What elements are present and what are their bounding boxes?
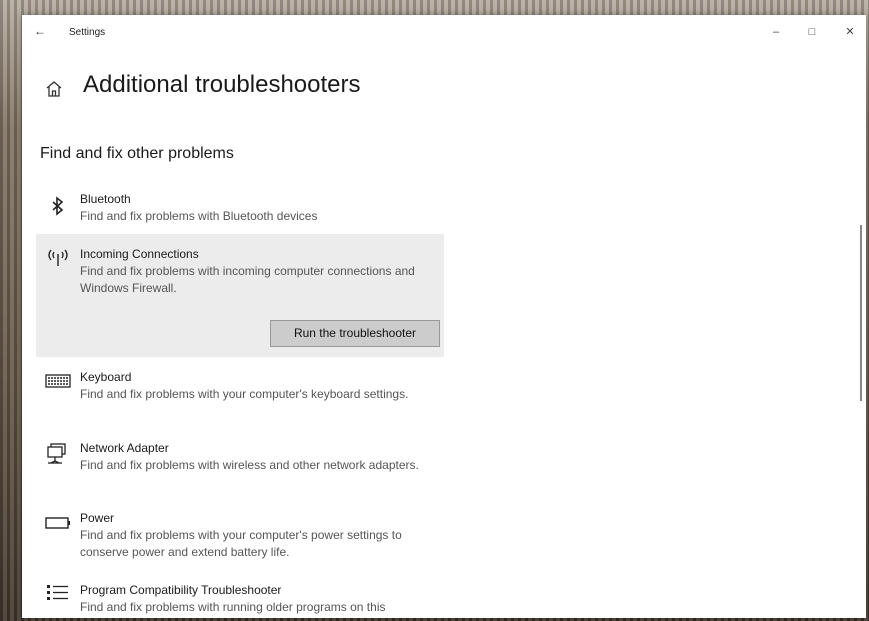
home-icon[interactable] <box>44 79 64 99</box>
network-adapter-icon <box>44 442 72 466</box>
page-header: Additional troubleshooters <box>44 71 644 111</box>
item-name: Incoming Connections <box>80 247 199 261</box>
troubleshooter-keyboard[interactable]: Keyboard Find and fix problems with your… <box>36 367 444 427</box>
bluetooth-icon <box>44 195 72 219</box>
item-name: Bluetooth <box>80 192 131 206</box>
troubleshooter-bluetooth[interactable]: Bluetooth Find and fix problems with Blu… <box>36 189 444 229</box>
item-description: Find and fix problems with Bluetooth dev… <box>80 209 318 223</box>
keyboard-icon <box>44 369 72 393</box>
troubleshooter-network-adapter[interactable]: Network Adapter Find and fix problems wi… <box>36 438 444 498</box>
item-name: Program Compatibility Troubleshooter <box>80 583 282 597</box>
item-name: Network Adapter <box>80 441 169 455</box>
run-troubleshooter-button[interactable]: Run the troubleshooter <box>270 320 440 347</box>
item-name: Keyboard <box>80 370 132 384</box>
troubleshooter-power[interactable]: Power Find and fix problems with your co… <box>36 508 444 568</box>
item-description: Find and fix problems with your computer… <box>80 528 402 559</box>
app-title: Settings <box>69 27 106 38</box>
minimize-button[interactable]: – <box>762 21 790 43</box>
antenna-icon <box>44 246 72 270</box>
page-title: Additional troubleshooters <box>83 71 361 98</box>
scrollbar-thumb[interactable] <box>860 225 862 401</box>
troubleshooter-program-compatibility[interactable]: Program Compatibility Troubleshooter Fin… <box>36 580 444 618</box>
item-description: Find and fix problems with running older… <box>80 600 386 614</box>
item-description: Find and fix problems with wireless and … <box>80 458 419 472</box>
title-bar: ← Settings – □ ✕ <box>22 15 866 51</box>
maximize-button[interactable]: □ <box>798 21 826 43</box>
troubleshooter-incoming-connections[interactable]: Incoming Connections Find and fix proble… <box>36 234 444 357</box>
section-title: Find and fix other problems <box>40 145 234 162</box>
settings-window: ← Settings – □ ✕ Additional troubleshoot… <box>22 15 866 618</box>
battery-icon <box>44 510 72 534</box>
close-button[interactable]: ✕ <box>836 21 864 43</box>
item-description: Find and fix problems with incoming comp… <box>80 264 415 295</box>
item-description: Find and fix problems with your computer… <box>80 387 409 401</box>
back-button[interactable]: ← <box>32 23 48 39</box>
list-icon <box>44 582 72 606</box>
item-name: Power <box>80 511 115 525</box>
